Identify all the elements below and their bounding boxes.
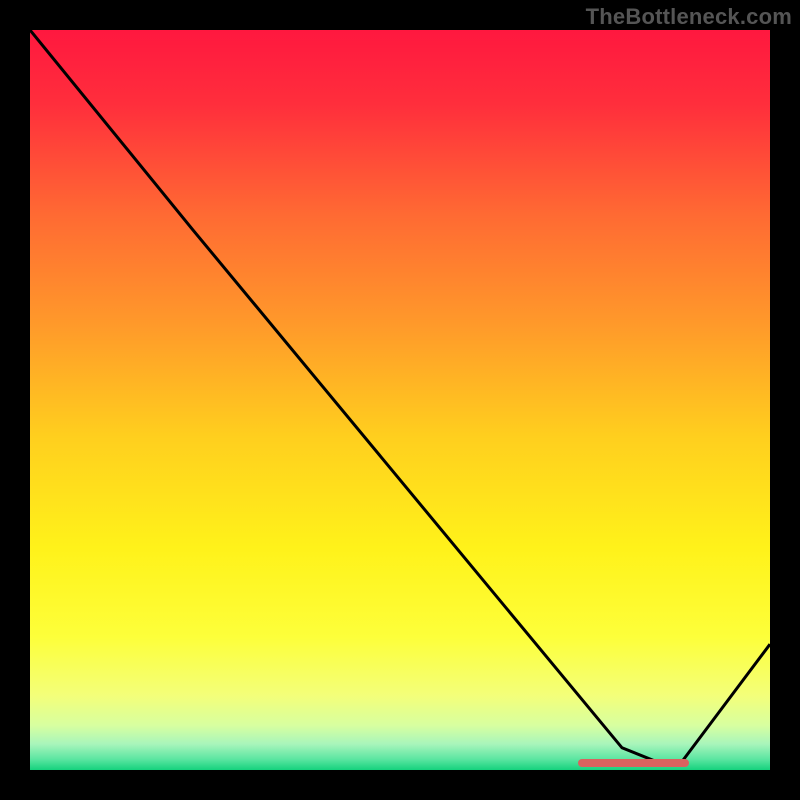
gradient-background <box>30 30 770 770</box>
plot-area <box>30 30 770 770</box>
chart-svg <box>30 30 770 770</box>
highlight-marker <box>578 759 689 767</box>
watermark-text: TheBottleneck.com <box>586 4 792 30</box>
chart-container: TheBottleneck.com <box>0 0 800 800</box>
